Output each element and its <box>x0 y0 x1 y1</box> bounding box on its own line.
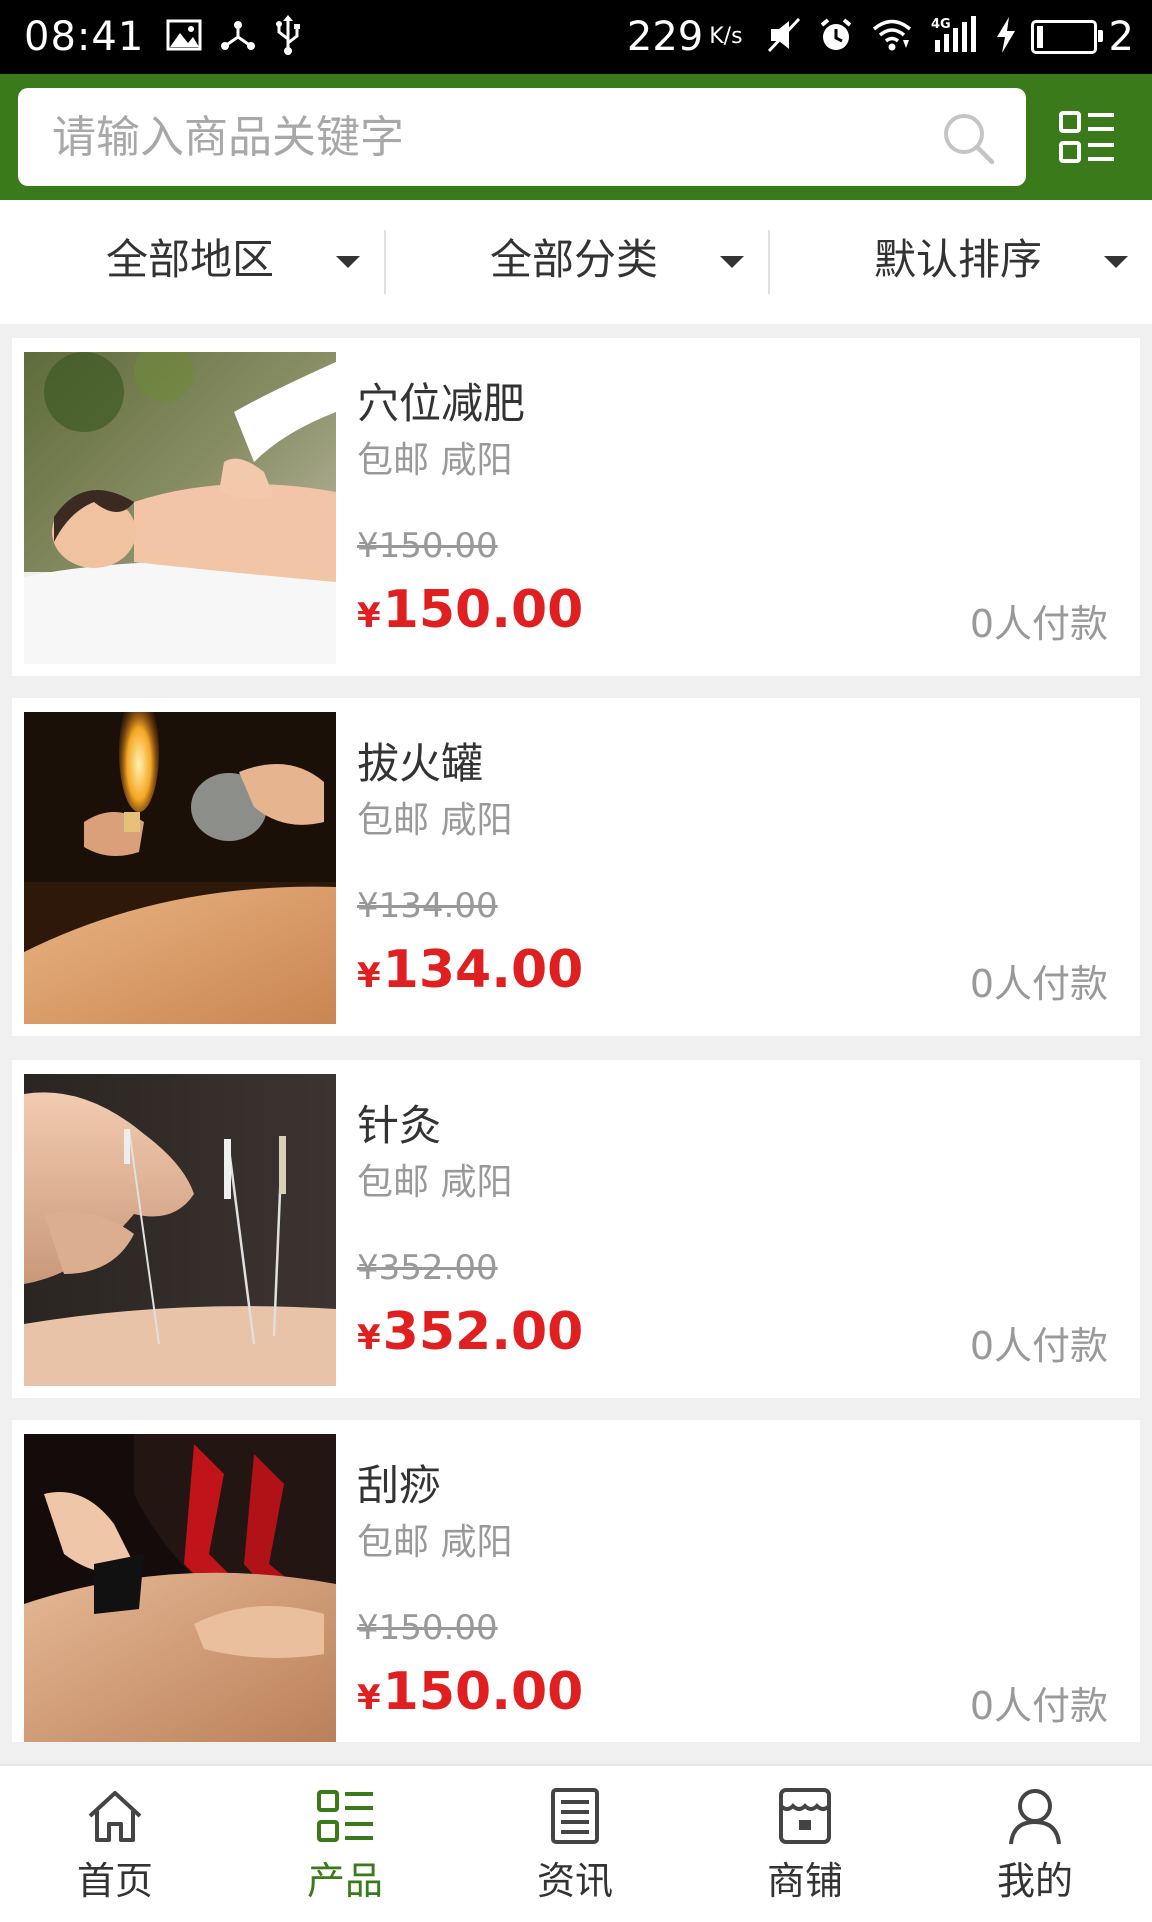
filter-category-label: 全部分类 <box>490 235 659 284</box>
chevron-down-icon <box>336 256 360 268</box>
nav-store-label: 商铺 <box>766 1859 843 1903</box>
chevron-down-icon <box>720 256 744 268</box>
nav-profile-label: 我的 <box>996 1859 1073 1903</box>
home-icon <box>85 1786 145 1850</box>
product-image[interactable] <box>24 1074 336 1386</box>
filter-region-label: 全部地区 <box>106 235 275 284</box>
nav-news[interactable]: 资讯 <box>460 1766 690 1922</box>
product-original-price: ¥150.00 <box>357 526 498 566</box>
filter-sort-label: 默认排序 <box>874 235 1043 284</box>
product-paid-count: 0人付款 <box>969 962 1108 1006</box>
nav-store[interactable]: 商铺 <box>690 1766 920 1922</box>
product-price: ¥150.00 <box>357 1660 583 1736</box>
product-original-price: ¥150.00 <box>357 1608 498 1648</box>
header-bar <box>0 74 1152 200</box>
search-icon[interactable] <box>940 110 996 170</box>
product-price: ¥134.00 <box>357 938 583 1014</box>
net-speed: 229 <box>626 14 704 60</box>
product-paid-count: 0人付款 <box>969 602 1108 646</box>
currency-symbol: ¥ <box>357 596 381 636</box>
currency-symbol: ¥ <box>357 1318 381 1358</box>
search-box[interactable] <box>18 88 1026 186</box>
nav-profile[interactable]: 我的 <box>920 1766 1150 1922</box>
chevron-down-icon <box>1104 256 1128 268</box>
product-shipping-location: 包邮 咸阳 <box>357 1162 513 1203</box>
product-title: 刮痧 <box>357 1461 442 1510</box>
status-time: 08:41 <box>24 14 145 60</box>
alarm-icon <box>819 17 853 57</box>
nav-products[interactable]: 产品 <box>230 1766 460 1922</box>
document-icon <box>545 1786 605 1850</box>
price-value: 150.00 <box>382 1662 584 1722</box>
search-input[interactable] <box>52 88 932 186</box>
product-price: ¥150.00 <box>357 578 583 654</box>
nav-products-label: 产品 <box>306 1859 383 1903</box>
product-shipping-location: 包邮 咸阳 <box>357 800 513 841</box>
category-menu-icon[interactable] <box>1058 110 1118 170</box>
product-shipping-location: 包邮 咸阳 <box>357 440 513 481</box>
product-card[interactable]: 穴位减肥 包邮 咸阳 ¥150.00 ¥150.00 0人付款 <box>12 338 1140 676</box>
image-icon <box>166 19 202 55</box>
price-value: 150.00 <box>382 580 584 640</box>
currency-symbol: ¥ <box>357 956 381 996</box>
charging-icon <box>995 17 1017 57</box>
filter-region[interactable]: 全部地区 <box>0 200 384 324</box>
product-original-price: ¥352.00 <box>357 1248 498 1288</box>
product-title: 穴位减肥 <box>357 379 526 428</box>
product-card[interactable]: 刮痧 包邮 咸阳 ¥150.00 ¥150.00 0人付款 <box>12 1420 1140 1742</box>
store-icon <box>775 1786 835 1850</box>
share-icon <box>220 19 256 55</box>
filter-sort[interactable]: 默认排序 <box>768 200 1152 324</box>
product-title: 针灸 <box>357 1101 442 1150</box>
product-title: 拔火罐 <box>357 739 484 788</box>
battery-icon <box>1030 20 1103 54</box>
bottom-nav: 首页 产品 资讯 商铺 我的 <box>0 1764 1152 1922</box>
product-paid-count: 0人付款 <box>969 1324 1108 1368</box>
usb-icon <box>274 15 302 59</box>
filter-bar: 全部地区 全部分类 默认排序 <box>0 200 1152 324</box>
battery-level: 2 <box>1108 14 1134 60</box>
product-image[interactable] <box>24 712 336 1024</box>
product-paid-count: 0人付款 <box>969 1684 1108 1728</box>
currency-symbol: ¥ <box>357 1678 381 1718</box>
nav-news-label: 资讯 <box>536 1859 613 1903</box>
price-value: 352.00 <box>382 1302 584 1362</box>
signal-4g-icon: 4G <box>931 16 977 58</box>
svg-text:4G: 4G <box>931 17 951 32</box>
nav-home-label: 首页 <box>76 1859 153 1903</box>
product-image[interactable] <box>24 352 336 664</box>
product-image[interactable] <box>24 1434 336 1742</box>
price-value: 134.00 <box>382 940 584 1000</box>
product-card[interactable]: 拔火罐 包邮 咸阳 ¥134.00 ¥134.00 0人付款 <box>12 698 1140 1036</box>
filter-category[interactable]: 全部分类 <box>384 200 768 324</box>
grid-list-icon <box>315 1786 375 1850</box>
nav-home[interactable]: 首页 <box>0 1766 230 1922</box>
product-original-price: ¥134.00 <box>357 886 498 926</box>
wifi-icon <box>871 18 913 56</box>
mute-icon <box>767 17 801 57</box>
status-bar: 08:41 229 K/s 4G 2 <box>0 0 1152 74</box>
net-speed-unit: K/s <box>709 24 743 49</box>
product-price: ¥352.00 <box>357 1300 583 1376</box>
product-card[interactable]: 针灸 包邮 咸阳 ¥352.00 ¥352.00 0人付款 <box>12 1060 1140 1398</box>
product-shipping-location: 包邮 咸阳 <box>357 1522 513 1563</box>
user-icon <box>1005 1786 1065 1850</box>
